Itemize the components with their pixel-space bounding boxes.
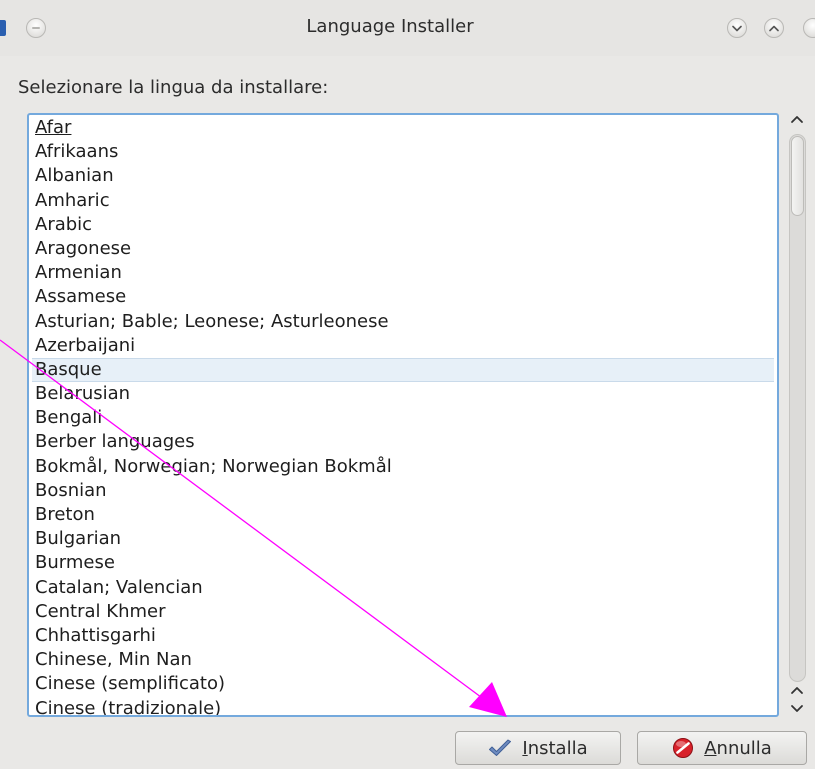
language-list-item[interactable]: Assamese xyxy=(32,285,774,309)
language-list-item[interactable]: Afrikaans xyxy=(32,140,774,164)
language-list-item[interactable]: Central Khmer xyxy=(32,600,774,624)
language-name: Albanian xyxy=(35,165,114,187)
language-name: Bulgarian xyxy=(35,528,122,550)
window-sticky-button[interactable] xyxy=(26,18,46,38)
scrollbar-thumb[interactable] xyxy=(791,136,804,216)
select-language-label: Selezionare la lingua da installare: xyxy=(18,77,329,98)
language-list-item[interactable]: Belarusian xyxy=(32,382,774,406)
language-installer-window: Language Installer Selezionare la lingua… xyxy=(0,0,815,769)
language-name: Bosnian xyxy=(35,479,107,501)
language-list-item[interactable]: Breton xyxy=(32,503,774,527)
language-name: Breton xyxy=(35,504,95,525)
language-list-item[interactable]: Armenian xyxy=(32,261,774,285)
language-list-item[interactable]: Amharic xyxy=(32,189,774,213)
chevron-up-icon xyxy=(769,25,779,31)
language-name: Central Khmer xyxy=(35,600,166,622)
language-list-item[interactable]: Aragonese xyxy=(32,237,774,261)
language-name: Amharic xyxy=(35,189,110,211)
language-list-item[interactable]: Azerbaijani xyxy=(32,334,774,358)
minus-icon xyxy=(32,27,40,29)
language-name: Berber languages xyxy=(35,431,195,453)
scroll-up-button[interactable] xyxy=(784,108,810,130)
chevron-up-icon xyxy=(791,686,803,694)
language-list-item[interactable]: Chinese, Min Nan xyxy=(32,648,774,672)
language-name: Cinese (tradizionale) xyxy=(35,697,222,717)
minimize-button[interactable] xyxy=(727,18,747,38)
language-list-item[interactable]: Cinese (tradizionale) xyxy=(32,697,774,717)
language-name: Assamese xyxy=(35,286,127,308)
maximize-button[interactable] xyxy=(764,18,784,38)
cancel-icon xyxy=(672,737,694,759)
language-list-item[interactable]: Afar xyxy=(32,116,774,140)
language-name: Bengali xyxy=(35,407,103,429)
language-name: Asturian; Bable; Leonese; Asturleonese xyxy=(35,310,389,332)
language-list-item[interactable]: Bengali xyxy=(32,406,774,430)
chevron-down-icon xyxy=(732,25,742,31)
language-name: Burmese xyxy=(35,552,115,574)
window-title: Language Installer xyxy=(306,16,474,37)
window-menu-icon[interactable] xyxy=(0,20,6,36)
list-scrollbar[interactable] xyxy=(784,108,810,720)
language-name: Arabic xyxy=(35,213,93,235)
install-button[interactable]: Installa xyxy=(455,731,621,765)
language-list-item[interactable]: Burmese xyxy=(32,551,774,575)
chevron-down-icon xyxy=(791,704,803,712)
language-list-items: Afar Afrikaans Albanian Amharic Arabic Aragon… xyxy=(32,116,774,717)
language-list-item[interactable]: Berber languages xyxy=(32,430,774,454)
language-list-item[interactable]: Bosnian xyxy=(32,479,774,503)
checkmark-icon xyxy=(488,739,512,757)
language-name: Belarusian xyxy=(35,383,131,405)
language-list-item[interactable]: Arabic xyxy=(32,213,774,237)
install-button-label: Installa xyxy=(522,737,588,759)
language-list-item[interactable]: Albanian xyxy=(32,164,774,188)
language-list-item[interactable]: Basque xyxy=(32,357,774,383)
language-name: Basque xyxy=(35,358,102,380)
language-list-item[interactable]: Asturian; Bable; Leonese; Asturleonese xyxy=(32,310,774,334)
language-name: Armenian xyxy=(35,262,122,284)
language-name: Afar xyxy=(35,117,72,138)
language-name: Catalan; Valencian xyxy=(35,576,203,598)
language-list[interactable]: Afar Afrikaans Albanian Amharic Arabic Aragon… xyxy=(27,113,779,717)
cancel-button-label: Annulla xyxy=(704,737,772,759)
language-name: Aragonese xyxy=(35,237,132,259)
chevron-up-icon xyxy=(791,115,803,123)
language-list-item[interactable]: Bulgarian xyxy=(32,527,774,551)
cancel-button[interactable]: Annulla xyxy=(637,731,807,765)
language-list-item[interactable]: Catalan; Valencian xyxy=(32,576,774,600)
scrollbar-track[interactable] xyxy=(789,134,806,682)
scroll-down-button[interactable] xyxy=(784,697,810,719)
title-bar[interactable]: Language Installer xyxy=(0,0,815,56)
language-list-item[interactable]: Chhattisgarhi xyxy=(32,624,774,648)
language-name: Bokmål, Norwegian; Norwegian Bokmål xyxy=(35,455,392,477)
language-name: Chinese, Min Nan xyxy=(35,649,192,671)
language-name: Chhattisgarhi xyxy=(35,624,156,646)
language-name: Cinese (semplificato) xyxy=(35,673,226,695)
close-button[interactable] xyxy=(803,18,815,38)
language-name: Afrikaans xyxy=(35,141,119,163)
language-list-item[interactable]: Cinese (semplificato) xyxy=(32,672,774,696)
language-name: Azerbaijani xyxy=(35,334,136,356)
language-list-item[interactable]: Bokmål, Norwegian; Norwegian Bokmål xyxy=(32,455,774,479)
